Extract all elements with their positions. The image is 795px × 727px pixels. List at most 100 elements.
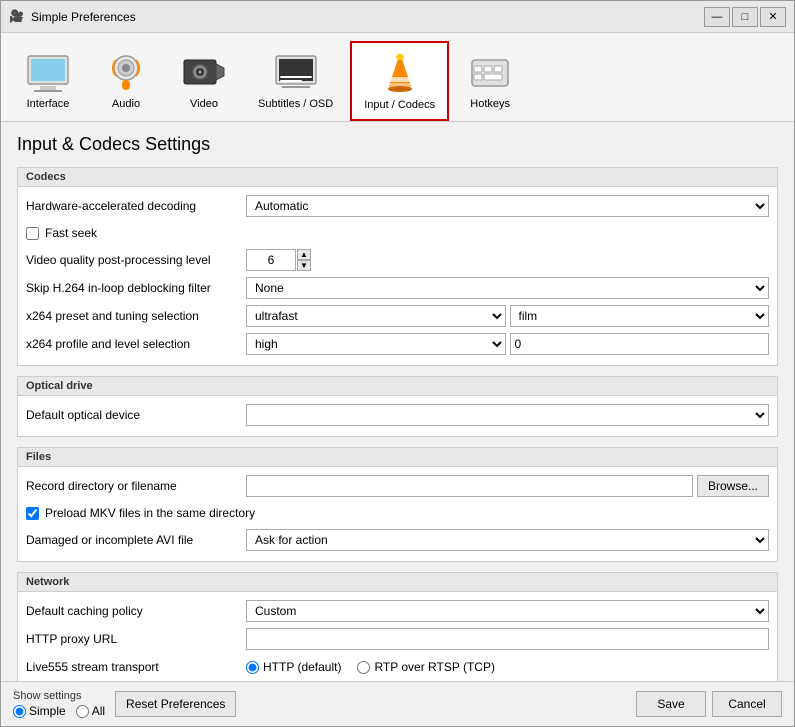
simple-radio[interactable] (13, 705, 26, 718)
fast-seek-label: Fast seek (45, 226, 97, 240)
vq-increment-btn[interactable]: ▲ (297, 249, 311, 260)
input-label: Input / Codecs (364, 99, 435, 111)
show-settings-label: Show settings (13, 690, 105, 702)
x264-profile-label: x264 profile and level selection (26, 337, 246, 351)
stream-radio-group: HTTP (default) RTP over RTSP (TCP) (246, 660, 495, 674)
interface-label: Interface (27, 98, 70, 110)
x264-preset-control: ultrafast superfast veryfast faster fast… (246, 305, 769, 327)
simple-radio-label[interactable]: Simple (13, 704, 66, 718)
vq-label: Video quality post-processing level (26, 253, 246, 267)
files-body: Record directory or filename Browse... P… (18, 467, 777, 561)
proxy-input[interactable] (246, 628, 769, 650)
save-button[interactable]: Save (636, 691, 706, 717)
hw-decoding-row: Hardware-accelerated decoding Automatic … (26, 193, 769, 219)
optical-body: Default optical device (18, 396, 777, 436)
network-header: Network (18, 573, 777, 592)
bottom-bar: Show settings Simple All Reset Preferenc… (1, 681, 794, 726)
fast-seek-checkbox[interactable] (26, 227, 39, 240)
nav-interface[interactable]: Interface (11, 41, 85, 121)
codecs-section: Codecs Hardware-accelerated decoding Aut… (17, 167, 778, 366)
page-title: Input & Codecs Settings (17, 134, 778, 155)
caching-control: Custom Lowest latency Low latency Normal… (246, 600, 769, 622)
rtp-radio-label[interactable]: RTP over RTSP (TCP) (357, 660, 494, 674)
x264-profile-select[interactable]: baseline main high (246, 333, 506, 355)
fast-seek-row: Fast seek (26, 221, 769, 245)
all-radio[interactable] (76, 705, 89, 718)
nav-video[interactable]: Video (167, 41, 241, 121)
record-label: Record directory or filename (26, 479, 246, 493)
interface-icon (24, 48, 72, 96)
close-button[interactable]: ✕ (760, 7, 786, 27)
caching-label: Default caching policy (26, 604, 246, 618)
maximize-button[interactable]: □ (732, 7, 758, 27)
all-radio-label[interactable]: All (76, 704, 105, 718)
subtitles-icon (272, 48, 320, 96)
http-radio-text: HTTP (default) (263, 660, 341, 674)
action-buttons: Save Cancel (636, 691, 782, 717)
preload-checkbox[interactable] (26, 507, 39, 520)
cancel-button[interactable]: Cancel (712, 691, 782, 717)
x264-preset-select[interactable]: ultrafast superfast veryfast faster fast… (246, 305, 506, 327)
audio-icon (102, 48, 150, 96)
hw-decoding-select[interactable]: Automatic DirectX VA 2.0 (DXVA2) NVIDIA … (246, 195, 769, 217)
input-icon (376, 49, 424, 97)
rtp-radio-text: RTP over RTSP (TCP) (374, 660, 494, 674)
x264-preset-row: x264 preset and tuning selection ultrafa… (26, 303, 769, 329)
x264-level-input[interactable] (510, 333, 770, 355)
audio-label: Audio (112, 98, 140, 110)
damaged-label: Damaged or incomplete AVI file (26, 533, 246, 547)
show-settings-radios: Simple All (13, 704, 105, 718)
files-section: Files Record directory or filename Brows… (17, 447, 778, 562)
damaged-control: Ask for action Always fix Never fix Igno… (246, 529, 769, 551)
files-header: Files (18, 448, 777, 467)
damaged-row: Damaged or incomplete AVI file Ask for a… (26, 527, 769, 553)
http-radio-label[interactable]: HTTP (default) (246, 660, 341, 674)
nav-subtitles[interactable]: Subtitles / OSD (245, 41, 346, 121)
codecs-body: Hardware-accelerated decoding Automatic … (18, 187, 777, 365)
http-radio[interactable] (246, 661, 259, 674)
proxy-row: HTTP proxy URL (26, 626, 769, 652)
x264-tuning-select[interactable]: film animation grain stillimage psnr ssi… (510, 305, 770, 327)
record-control: Browse... (246, 475, 769, 497)
hw-decoding-control: Automatic DirectX VA 2.0 (DXVA2) NVIDIA … (246, 195, 769, 217)
skip-h264-select[interactable]: None Non-ref Bidirectional Non-key All (246, 277, 769, 299)
optical-device-select[interactable] (246, 404, 769, 426)
skip-h264-row: Skip H.264 in-loop deblocking filter Non… (26, 275, 769, 301)
damaged-select[interactable]: Ask for action Always fix Never fix Igno… (246, 529, 769, 551)
optical-device-label: Default optical device (26, 408, 246, 422)
skip-h264-control: None Non-ref Bidirectional Non-key All (246, 277, 769, 299)
reset-button[interactable]: Reset Preferences (115, 691, 236, 717)
main-window: 🎥 Simple Preferences — □ ✕ Interface (0, 0, 795, 727)
codecs-header: Codecs (18, 168, 777, 187)
hotkeys-label: Hotkeys (470, 98, 510, 110)
nav-hotkeys[interactable]: Hotkeys (453, 41, 527, 121)
minimize-button[interactable]: — (704, 7, 730, 27)
nav-input[interactable]: Input / Codecs (350, 41, 449, 121)
app-icon: 🎥 (9, 9, 25, 25)
proxy-control (246, 628, 769, 650)
vq-input[interactable] (246, 249, 296, 271)
preload-row: Preload MKV files in the same directory (26, 501, 769, 525)
record-input[interactable] (246, 475, 693, 497)
stream-label: Live555 stream transport (26, 660, 246, 674)
x264-profile-control: baseline main high (246, 333, 769, 355)
stream-control: HTTP (default) RTP over RTSP (TCP) (246, 660, 769, 674)
hotkeys-icon (466, 48, 514, 96)
skip-h264-label: Skip H.264 in-loop deblocking filter (26, 281, 246, 295)
rtp-radio[interactable] (357, 661, 370, 674)
optical-section: Optical drive Default optical device (17, 376, 778, 437)
vq-decrement-btn[interactable]: ▼ (297, 260, 311, 271)
title-bar: 🎥 Simple Preferences — □ ✕ (1, 1, 794, 33)
network-section: Network Default caching policy Custom Lo… (17, 572, 778, 681)
caching-select[interactable]: Custom Lowest latency Low latency Normal… (246, 600, 769, 622)
nav-audio[interactable]: Audio (89, 41, 163, 121)
subtitles-label: Subtitles / OSD (258, 98, 333, 110)
vq-control: ▲ ▼ (246, 249, 769, 271)
navigation-bar: Interface Audio (1, 33, 794, 122)
simple-radio-text: Simple (29, 704, 66, 718)
vq-row: Video quality post-processing level ▲ ▼ (26, 247, 769, 273)
x264-preset-label: x264 preset and tuning selection (26, 309, 246, 323)
browse-button[interactable]: Browse... (697, 475, 769, 497)
network-body: Default caching policy Custom Lowest lat… (18, 592, 777, 681)
stream-row: Live555 stream transport HTTP (default) … (26, 654, 769, 680)
